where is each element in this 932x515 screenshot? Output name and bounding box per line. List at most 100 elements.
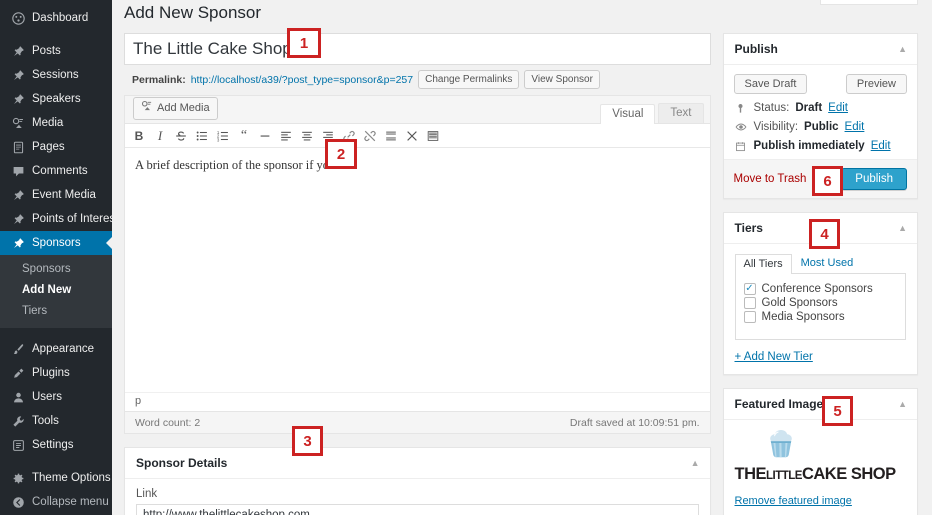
collapse-icon <box>9 493 27 511</box>
featured-image-thumbnail[interactable]: THELITTLECAKE SHOP <box>735 426 907 489</box>
tab-visual[interactable]: Visual <box>600 104 656 124</box>
sidebar-item-dashboard[interactable]: Dashboard <box>0 6 112 30</box>
chevron-up-icon[interactable]: ▲ <box>898 399 907 409</box>
checkbox-checked-icon[interactable]: ✓ <box>743 283 756 295</box>
tiers-body: All Tiers Most Used ✓ Conference Sponsor… <box>724 244 918 374</box>
sidebar-divider <box>0 328 112 337</box>
bold-icon[interactable]: B <box>129 126 149 146</box>
sidebar-divider <box>0 457 112 466</box>
sidebar-item-users[interactable]: Users <box>0 385 112 409</box>
offscreen-panel-edge <box>820 0 918 5</box>
submenu-item-tiers[interactable]: Tiers <box>0 301 112 322</box>
fullscreen-icon[interactable] <box>402 126 422 146</box>
sidebar-item-sponsors[interactable]: Sponsors <box>0 231 112 255</box>
remove-featured-image-link[interactable]: Remove featured image <box>735 495 852 507</box>
dashboard-icon <box>9 9 27 27</box>
numbered-list-icon[interactable]: 123 <box>213 126 233 146</box>
sidebar-item-sessions[interactable]: Sessions <box>0 63 112 87</box>
sidebar-item-label: Appearance <box>32 343 95 355</box>
sidebar-item-label: Comments <box>32 165 88 177</box>
kitchen-sink-icon[interactable] <box>423 126 443 146</box>
preview-button[interactable]: Preview <box>845 74 907 94</box>
tier-item-media-sponsors[interactable]: Media Sponsors <box>743 310 898 324</box>
sponsor-details-title: Sponsor Details <box>136 456 228 470</box>
unlink-icon[interactable] <box>360 126 380 146</box>
add-new-tier-link[interactable]: + Add New Tier <box>735 351 813 363</box>
post-title-field-wrap <box>124 33 711 65</box>
tier-item-conference-sponsors[interactable]: ✓ Conference Sponsors <box>743 282 898 296</box>
bulleted-list-icon[interactable] <box>192 126 212 146</box>
sidebar-item-label: Settings <box>32 439 74 451</box>
editor-media-row: Add Media Visual Text <box>125 96 710 124</box>
tier-label: Gold Sponsors <box>761 297 838 309</box>
align-center-icon[interactable] <box>297 126 317 146</box>
publish-button[interactable]: Publish <box>841 168 907 190</box>
status-label: Status: <box>753 102 790 114</box>
brush-icon <box>9 340 27 358</box>
add-media-button[interactable]: Add Media <box>133 97 218 120</box>
featured-image-header[interactable]: Featured Image ▲ <box>723 389 917 420</box>
align-left-icon[interactable] <box>276 126 296 146</box>
sidebar-item-event-media[interactable]: Event Media <box>0 183 112 207</box>
collapse-menu-button[interactable]: Collapse menu <box>0 490 112 514</box>
publish-visibility-row: Visibility: Public Edit <box>724 121 918 140</box>
sidebar-item-speakers[interactable]: Speakers <box>0 87 112 111</box>
svg-text:3: 3 <box>217 137 220 142</box>
post-title-input[interactable] <box>124 33 711 65</box>
chevron-up-icon[interactable]: ▲ <box>898 223 907 233</box>
chevron-up-icon[interactable]: ▲ <box>691 458 700 468</box>
sidebar-item-label: Sessions <box>32 69 79 81</box>
submenu-item-sponsors[interactable]: Sponsors <box>0 259 112 280</box>
tier-item-gold-sponsors[interactable]: Gold Sponsors <box>743 296 898 310</box>
page-title: Add New Sponsor <box>124 3 262 22</box>
sidebar-item-posts[interactable]: Posts <box>0 39 112 63</box>
tier-label: Conference Sponsors <box>761 283 873 295</box>
sponsor-details-header[interactable]: Sponsor Details ▲ <box>125 448 710 479</box>
save-draft-button[interactable]: Save Draft <box>733 74 808 94</box>
horizontal-rule-icon[interactable] <box>255 126 275 146</box>
plug-icon <box>9 364 27 382</box>
tab-text[interactable]: Text <box>658 103 704 123</box>
add-media-icon <box>141 100 153 117</box>
sidebar-item-theme-options[interactable]: Theme Options <box>0 466 112 490</box>
tab-all-tiers[interactable]: All Tiers <box>734 254 792 274</box>
move-to-trash-link[interactable]: Move to Trash <box>734 173 807 185</box>
schedule-edit-link[interactable]: Edit <box>871 140 891 152</box>
chevron-up-icon[interactable]: ▲ <box>898 44 907 54</box>
sidebar-item-label: Points of Interest <box>32 213 112 225</box>
sidebar-item-settings[interactable]: Settings <box>0 433 112 457</box>
editor-paragraph: A brief description of the sponsor if yo… <box>135 158 358 172</box>
sidebar-item-appearance[interactable]: Appearance <box>0 337 112 361</box>
sidebar-item-label: Users <box>32 391 63 403</box>
featured-image-logo-text: THELITTLECAKE SHOP <box>735 465 907 485</box>
permalink-url[interactable]: http://localhost/a39/?post_type=sponsor&… <box>191 74 413 86</box>
visibility-value: Public <box>804 121 839 133</box>
sidebar-item-comments[interactable]: Comments <box>0 159 112 183</box>
blockquote-icon[interactable]: “ <box>234 126 254 146</box>
editor-content-area[interactable]: A brief description of the sponsor if yo… <box>125 148 710 392</box>
change-permalinks-button[interactable]: Change Permalinks <box>418 70 520 89</box>
sidebar-item-label: Speakers <box>32 93 81 105</box>
sidebar-item-plugins[interactable]: Plugins <box>0 361 112 385</box>
italic-icon[interactable]: I <box>150 126 170 146</box>
publish-header[interactable]: Publish ▲ <box>723 34 917 65</box>
sidebar-item-pages[interactable]: Pages <box>0 135 112 159</box>
primary-column: Permalink: http://localhost/a39/?post_ty… <box>124 33 711 515</box>
read-more-icon[interactable] <box>381 126 401 146</box>
callout-2: 2 <box>325 139 357 169</box>
checkbox-icon[interactable] <box>743 297 756 309</box>
sidebar-item-label: Media <box>32 117 64 129</box>
sidebar-item-tools[interactable]: Tools <box>0 409 112 433</box>
status-edit-link[interactable]: Edit <box>828 102 848 114</box>
submenu-item-add-new[interactable]: Add New <box>0 280 112 301</box>
view-sponsor-button[interactable]: View Sponsor <box>524 70 600 89</box>
sidebar-item-media[interactable]: Media <box>0 111 112 135</box>
link-input[interactable] <box>136 504 699 515</box>
wordpress-admin-screen: Dashboard Posts Sessions Speakers Media … <box>0 0 932 515</box>
tab-most-used[interactable]: Most Used <box>792 253 863 273</box>
sidebar-item-points-of-interest[interactable]: Points of Interest <box>0 207 112 231</box>
visibility-edit-link[interactable]: Edit <box>845 121 865 133</box>
strikethrough-icon[interactable] <box>171 126 191 146</box>
sidebar-item-label: Pages <box>32 141 65 153</box>
checkbox-icon[interactable] <box>743 311 756 323</box>
